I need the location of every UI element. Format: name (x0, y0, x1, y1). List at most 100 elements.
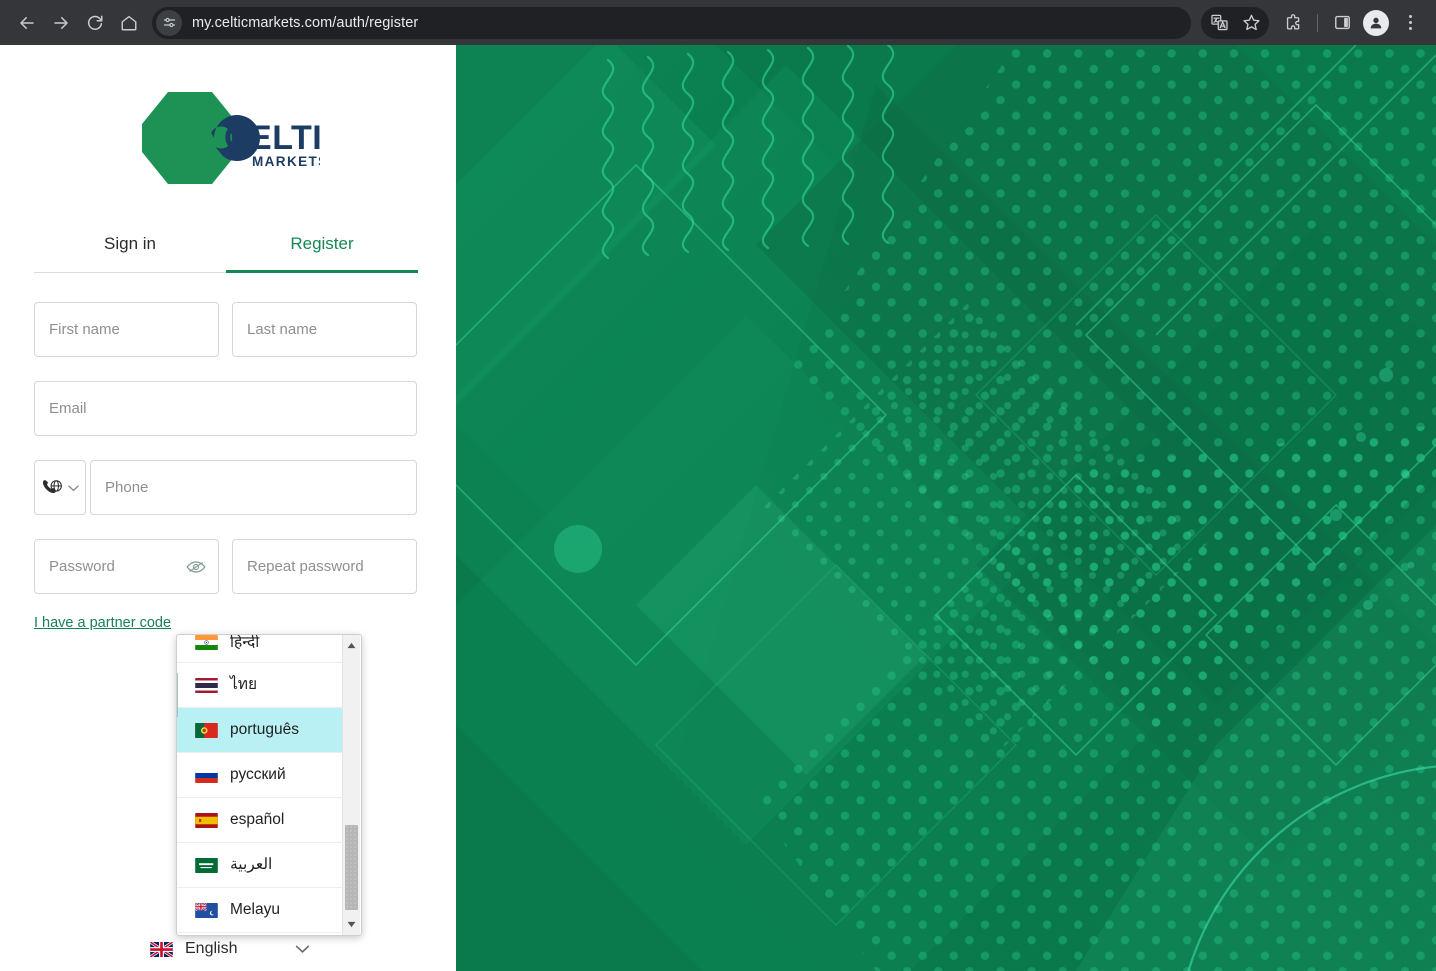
celtic-wordmark-icon: CELTIC MARKETS (211, 114, 320, 169)
site-settings-icon (163, 17, 175, 28)
language-dropdown[interactable]: हिन्दी ไทย português русский español الع… (176, 634, 362, 936)
dropdown-scrollbar[interactable] (342, 635, 360, 935)
brand-subtitle-text: MARKETS (252, 154, 320, 169)
back-button[interactable] (10, 6, 44, 40)
page-content: CELTIC MARKETS Sign in Register First na… (0, 45, 1436, 971)
flag-th-icon (195, 677, 218, 693)
language-selector-label: English (185, 940, 238, 957)
language-option-arabic[interactable]: العربية (177, 843, 342, 888)
scroll-up-glyph-icon (347, 642, 356, 649)
chevron-down-icon (295, 944, 310, 954)
profile-button[interactable] (1360, 7, 1392, 39)
chevron-down-glyph-icon (295, 945, 310, 953)
language-option-portuguese[interactable]: português (177, 708, 342, 753)
browser-actions (1201, 6, 1426, 39)
bookmark-button[interactable] (1235, 7, 1267, 39)
phone-input[interactable]: Phone (90, 460, 417, 515)
flag-gb-glyph-icon (150, 941, 173, 957)
password-placeholder: Password (49, 558, 115, 575)
dropdown-edge-strip (177, 673, 178, 717)
language-option-label: العربية (230, 856, 273, 874)
language-option-russian[interactable]: русский (177, 753, 342, 798)
forward-arrow-icon (54, 16, 68, 29)
hero-geometric-artwork (456, 45, 1436, 971)
scroll-down-glyph-icon (347, 921, 356, 928)
flag-my-glyph-icon (195, 902, 218, 918)
email-input[interactable]: Email (34, 381, 417, 436)
translate-icon (1210, 14, 1228, 31)
flag-es-glyph-icon (195, 812, 218, 828)
language-selector[interactable]: English (150, 933, 310, 965)
language-option-label: español (230, 811, 285, 829)
language-option-list: हिन्दी ไทย português русский español الع… (177, 635, 342, 935)
tab-register[interactable]: Register (226, 220, 418, 273)
site-settings-button[interactable] (156, 9, 182, 36)
auth-form-panel: CELTIC MARKETS Sign in Register First na… (0, 45, 456, 971)
flag-my-icon (195, 902, 218, 918)
last-name-input[interactable]: Last name (232, 302, 417, 357)
flag-in-icon (195, 635, 218, 650)
home-button[interactable] (112, 6, 146, 40)
flag-gb-icon (150, 941, 173, 957)
translate-button[interactable] (1203, 7, 1235, 39)
phone-placeholder: Phone (105, 479, 149, 496)
flag-pt-glyph-icon (195, 722, 218, 738)
brand-name-text: CELTIC (224, 119, 320, 157)
last-name-placeholder: Last name (247, 321, 318, 338)
extensions-puzzle-icon (1286, 14, 1299, 30)
first-name-input[interactable]: First name (34, 302, 219, 357)
flag-sa-glyph-icon (195, 857, 218, 873)
scroll-down-arrow-icon[interactable] (343, 916, 360, 933)
phone-globe-glyph-icon (42, 480, 62, 494)
password-reveal-button[interactable] (186, 560, 206, 574)
flag-ru-glyph-icon (195, 767, 218, 783)
flag-sa-icon (195, 857, 218, 873)
tab-sign-in[interactable]: Sign in (34, 220, 226, 272)
language-option-label: Melayu (230, 901, 280, 919)
browser-toolbar: my.celticmarkets.com/auth/register (0, 0, 1436, 45)
three-dot-menu-icon (1408, 15, 1412, 30)
language-option-label: português (230, 721, 299, 739)
profile-avatar-icon (1363, 9, 1389, 36)
person-glyph-icon (1370, 17, 1382, 28)
scroll-up-arrow-icon[interactable] (343, 637, 360, 654)
forward-button[interactable] (44, 6, 78, 40)
language-option-label: русский (230, 766, 286, 784)
repeat-password-input[interactable]: Repeat password (232, 539, 417, 594)
language-option-label: हिन्दी (230, 634, 260, 651)
flag-th-glyph-icon (195, 677, 218, 693)
language-option-spanish[interactable]: español (177, 798, 342, 843)
chevron-down-icon (68, 484, 79, 492)
tab-register-label: Register (290, 234, 354, 253)
tab-sign-in-label: Sign in (104, 234, 156, 253)
star-icon (1242, 14, 1260, 31)
language-option-label: ไทย (230, 676, 258, 694)
repeat-password-placeholder: Repeat password (247, 558, 364, 575)
extensions-button[interactable] (1277, 7, 1309, 39)
reload-icon (88, 15, 103, 30)
eye-icon (186, 560, 206, 573)
language-option-hindi[interactable]: हिन्दी (177, 635, 342, 663)
dropdown-scrollbar-thumb[interactable] (345, 825, 358, 910)
flag-in-glyph-icon (195, 635, 218, 650)
flag-ru-icon (195, 767, 218, 783)
language-option-thai[interactable]: ไทย (177, 663, 342, 708)
country-code-selector[interactable] (34, 460, 86, 515)
partner-code-link[interactable]: I have a partner code (34, 615, 171, 631)
reload-button[interactable] (78, 6, 112, 40)
phone-globe-icon (41, 479, 65, 496)
language-option-malay[interactable]: Melayu (177, 888, 342, 933)
back-arrow-icon (20, 16, 34, 29)
browser-menu-button[interactable] (1394, 7, 1426, 39)
chevron-down-glyph-icon (68, 484, 79, 491)
hero-background (456, 45, 1436, 971)
side-panel-button[interactable] (1326, 7, 1358, 39)
omnibox-action-group (1201, 6, 1269, 39)
password-input[interactable]: Password (34, 539, 219, 594)
decor-circle (554, 525, 602, 573)
email-placeholder: Email (49, 400, 87, 417)
auth-tabs: Sign in Register (34, 220, 418, 273)
address-bar[interactable]: my.celticmarkets.com/auth/register (152, 6, 1191, 39)
toolbar-divider (1317, 13, 1318, 32)
flag-es-icon (195, 812, 218, 828)
